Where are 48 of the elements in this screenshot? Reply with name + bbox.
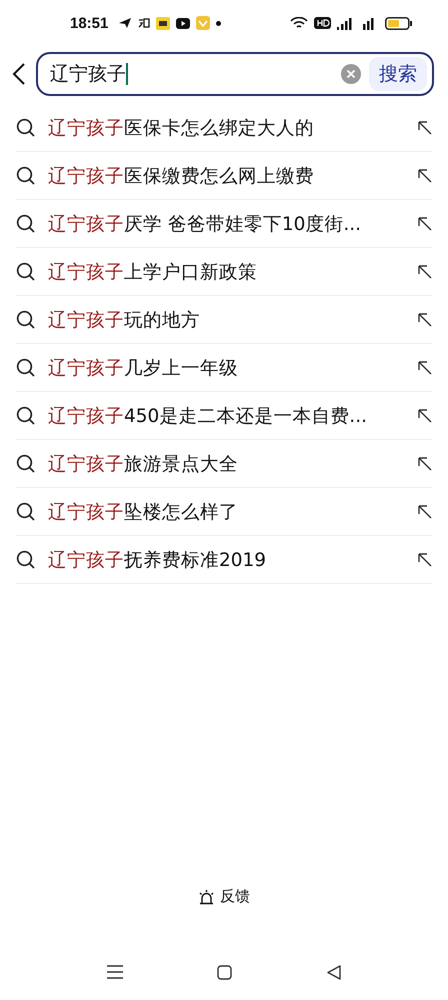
search-icon: [16, 166, 36, 186]
battery-icon: [385, 16, 412, 30]
back-icon[interactable]: [326, 964, 341, 980]
suggestion-item[interactable]: 辽宁孩子450是走二本还是一本自费...: [48, 403, 406, 428]
suggestion-item[interactable]: 辽宁孩子坠楼怎么样了: [48, 499, 406, 524]
alarm-light-icon[interactable]: [198, 888, 215, 904]
suggestion-item[interactable]: 辽宁孩子几岁上一年级: [48, 355, 406, 380]
arrow-up-left-icon[interactable]: [418, 216, 432, 230]
wifi-icon: [290, 16, 308, 30]
play-icon: [176, 18, 190, 28]
arrow-up-left-icon[interactable]: [418, 312, 432, 326]
suggestion-item[interactable]: 辽宁孩子上学户口新政策: [48, 259, 406, 284]
arrow-up-left-icon[interactable]: [418, 456, 432, 470]
feedback-link[interactable]: 反馈: [220, 887, 250, 906]
clock-time: 18:51: [70, 14, 108, 32]
suggestion-item[interactable]: 辽宁孩子旅游景点大全: [48, 451, 406, 476]
suggestion-item[interactable]: 辽宁孩子医保卡怎么绑定大人的: [48, 115, 406, 140]
search-icon: [16, 454, 36, 474]
suggestion-item[interactable]: 辽宁孩子玩的地方: [48, 307, 406, 332]
arrow-up-left-icon[interactable]: [418, 120, 432, 134]
search-icon: [16, 262, 36, 282]
search-icon: [16, 502, 36, 522]
search-field[interactable]: 辽宁孩子 搜索: [36, 52, 434, 96]
clear-icon[interactable]: [341, 64, 361, 84]
back-icon[interactable]: [12, 63, 26, 85]
search-icon: [16, 550, 36, 570]
suggestion-item[interactable]: 辽宁孩子医保缴费怎么网上缴费: [48, 163, 406, 188]
arrow-up-left-icon[interactable]: [418, 552, 432, 566]
arrow-up-left-icon[interactable]: [418, 408, 432, 422]
search-icon: [16, 118, 36, 138]
app-icon: [138, 17, 150, 29]
search-button[interactable]: 搜索: [369, 57, 427, 91]
dot-icon: [216, 20, 222, 26]
send-icon: [118, 17, 132, 29]
app-icon: [156, 16, 170, 30]
suggestion-item[interactable]: 辽宁孩子抚养费标准2019: [48, 547, 406, 572]
search-icon: [16, 358, 36, 378]
hd-icon: [314, 17, 331, 29]
home-icon[interactable]: [217, 964, 232, 980]
menu-icon[interactable]: [107, 965, 124, 979]
search-icon: [16, 310, 36, 330]
arrow-up-left-icon[interactable]: [418, 360, 432, 374]
arrow-up-left-icon[interactable]: [418, 504, 432, 518]
arrow-up-left-icon[interactable]: [418, 168, 432, 182]
suggestion-item[interactable]: 辽宁孩子厌学 爸爸带娃零下10度街...: [48, 211, 406, 236]
search-icon: [16, 214, 36, 234]
arrow-up-left-icon[interactable]: [418, 264, 432, 278]
search-icon: [16, 406, 36, 426]
